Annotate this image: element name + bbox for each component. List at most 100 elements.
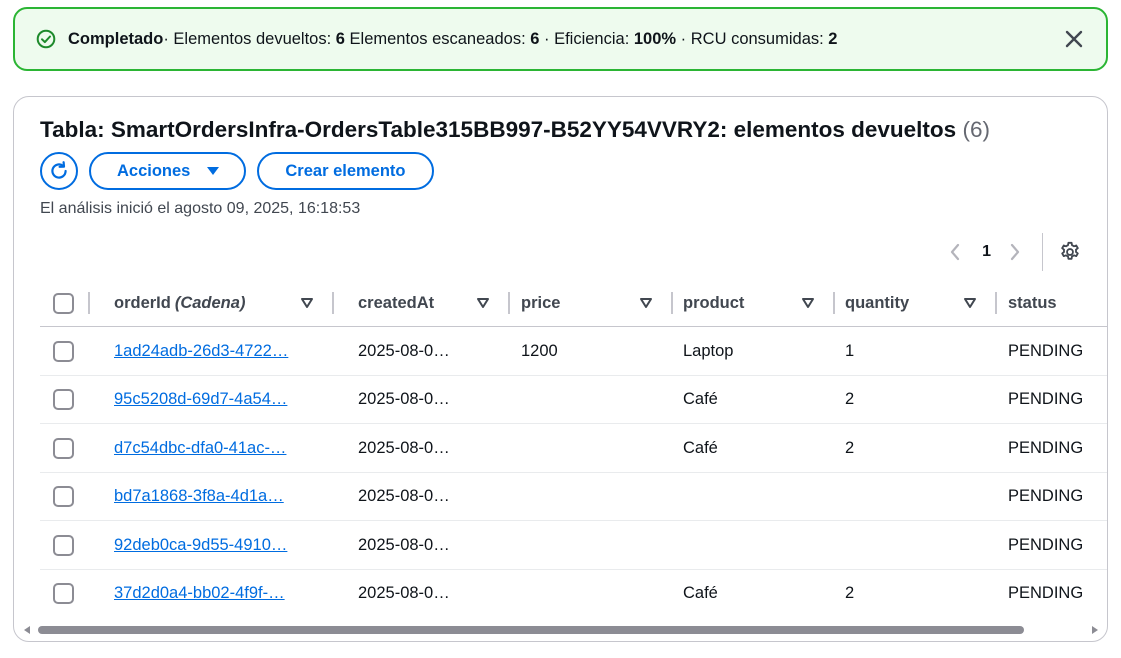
cell-price-value: 1200 [521, 341, 558, 360]
sort-icon[interactable] [300, 296, 314, 310]
scroll-right-icon[interactable] [1090, 625, 1100, 635]
flash-efficiency-label: · Eficiencia: [539, 29, 634, 48]
cell-status-value: PENDING [1008, 584, 1084, 603]
column-label: quantity [845, 293, 910, 312]
cell-quantity-value: 2 [845, 438, 855, 457]
cell-quantity-value: 2 [845, 390, 855, 409]
cell-product: Café [683, 376, 718, 424]
table-row: 92deb0ca-9d55-4910… 2025-08-0… PENDING [40, 521, 1107, 570]
chevron-left-icon[interactable] [944, 241, 966, 263]
create-item-button[interactable]: Crear elemento [257, 152, 434, 190]
flash-message: Completado· Elementos devueltos: 6 Eleme… [68, 30, 1062, 49]
cell-orderid: 92deb0ca-9d55-4910… [114, 521, 287, 569]
flash-scanned-label: Elementos escaneados: [344, 29, 531, 48]
flash-status: Completado [68, 29, 164, 48]
column-type: (Cadena) [174, 293, 246, 312]
row-checkbox[interactable] [53, 486, 74, 508]
cell-createdat-value: 2025-08-0… [358, 584, 450, 603]
flash-returned-label: · Elementos devueltos: [163, 29, 336, 48]
cell-status: PENDING [1008, 424, 1083, 472]
cell-status-value: PENDING [1008, 341, 1084, 360]
column-header-product[interactable]: product [683, 279, 835, 327]
table-row: 37d2d0a4-bb02-4f9f-… 2025-08-0… Café 2 PENDI… [40, 570, 1107, 619]
cell-status: PENDING [1008, 376, 1083, 424]
cell-createdat: 2025-08-0… [358, 570, 450, 618]
horizontal-scrollbar[interactable] [22, 624, 1100, 636]
cell-orderid: d7c54dbc-dfa0-41ac-… [114, 424, 286, 472]
order-id-link[interactable]: d7c54dbc-dfa0-41ac-… [114, 439, 286, 458]
cell-select [53, 424, 74, 472]
cell-status-value: PENDING [1008, 487, 1084, 506]
sort-icon[interactable] [476, 296, 490, 310]
cell-price: 1200 [521, 327, 558, 375]
cell-createdat-value: 2025-08-0… [358, 438, 450, 457]
row-checkbox[interactable] [53, 437, 74, 459]
cell-createdat: 2025-08-0… [358, 521, 450, 569]
row-checkbox[interactable] [53, 340, 74, 362]
table-row: 95c5208d-69d7-4a54… 2025-08-0… Café 2 PENDIN… [40, 376, 1107, 425]
order-id-link[interactable]: 95c5208d-69d7-4a54… [114, 390, 287, 409]
caret-down-icon [206, 165, 220, 177]
row-checkbox[interactable] [53, 583, 74, 605]
chevron-right-icon[interactable] [1004, 241, 1026, 263]
gear-icon[interactable] [1057, 239, 1083, 265]
column-header-createdat[interactable]: createdAt [358, 279, 510, 327]
table-row: d7c54dbc-dfa0-41ac-… 2025-08-0… Café 2 PENDI… [40, 424, 1107, 473]
cell-createdat-value: 2025-08-0… [358, 487, 450, 506]
cell-product: Café [683, 570, 718, 618]
page-title: Tabla: SmartOrdersInfra-OrdersTable315BB… [40, 117, 990, 143]
order-id-link[interactable]: 1ad24adb-26d3-4722… [114, 342, 288, 361]
actions-dropdown-button[interactable]: Acciones [89, 152, 247, 190]
cell-createdat-value: 2025-08-0… [358, 341, 450, 360]
page-number[interactable]: 1 [982, 243, 991, 261]
title-text: Tabla: SmartOrdersInfra-OrdersTable315BB… [40, 117, 957, 142]
cell-createdat: 2025-08-0… [358, 424, 450, 472]
cell-select [53, 521, 74, 569]
scroll-thumb[interactable] [38, 626, 1025, 634]
column-header-price[interactable]: price [521, 279, 673, 327]
flash-efficiency-value: 100% [633, 29, 677, 48]
sort-icon[interactable] [639, 296, 653, 310]
table-row: 1ad24adb-26d3-4722… 2025-08-0… 1200 Laptop 1… [40, 327, 1107, 376]
scroll-track[interactable] [38, 626, 1084, 634]
item-count: (6) [962, 117, 990, 142]
order-id-link[interactable]: 92deb0ca-9d55-4910… [114, 536, 287, 555]
column-label: orderId [114, 293, 171, 312]
column-divider[interactable] [508, 292, 510, 314]
cell-product-value: Laptop [683, 341, 734, 360]
create-label: Crear elemento [285, 161, 406, 180]
cell-quantity: 2 [845, 424, 854, 472]
scroll-left-icon[interactable] [22, 625, 32, 635]
sort-icon[interactable] [963, 296, 977, 310]
order-id-link[interactable]: bd7a1868-3f8a-4d1a… [114, 487, 284, 506]
column-header-quantity[interactable]: quantity [845, 279, 997, 327]
column-label: product [683, 293, 745, 312]
cell-orderid: 1ad24adb-26d3-4722… [114, 327, 288, 375]
cell-createdat-value: 2025-08-0… [358, 390, 450, 409]
select-all-cell [53, 279, 90, 327]
action-toolbar: Acciones Crear elemento [40, 152, 445, 190]
cell-product: Café [683, 424, 718, 472]
row-checkbox[interactable] [53, 389, 74, 411]
row-checkbox[interactable] [53, 534, 74, 556]
sort-icon[interactable] [801, 296, 815, 310]
refresh-button[interactable] [40, 152, 78, 190]
column-divider[interactable] [833, 292, 835, 314]
cell-product-value: Café [683, 438, 718, 457]
column-divider[interactable] [332, 292, 334, 314]
flash-rcu-value: 2 [828, 29, 838, 48]
column-header-orderid[interactable]: orderId (Cadena) [114, 279, 334, 327]
order-id-link[interactable]: 37d2d0a4-bb02-4f9f-… [114, 584, 285, 603]
cell-status-value: PENDING [1008, 390, 1084, 409]
select-all-checkbox[interactable] [53, 292, 74, 314]
cell-select [53, 327, 74, 375]
column-divider[interactable] [88, 292, 90, 314]
pagination: 1 [944, 233, 1083, 271]
cell-createdat: 2025-08-0… [358, 376, 450, 424]
column-divider[interactable] [671, 292, 673, 314]
column-divider[interactable] [995, 292, 997, 314]
cell-status: PENDING [1008, 327, 1083, 375]
close-icon[interactable] [1062, 27, 1086, 51]
column-header-status[interactable]: status [1008, 279, 1057, 327]
cell-product: Laptop [683, 327, 733, 375]
